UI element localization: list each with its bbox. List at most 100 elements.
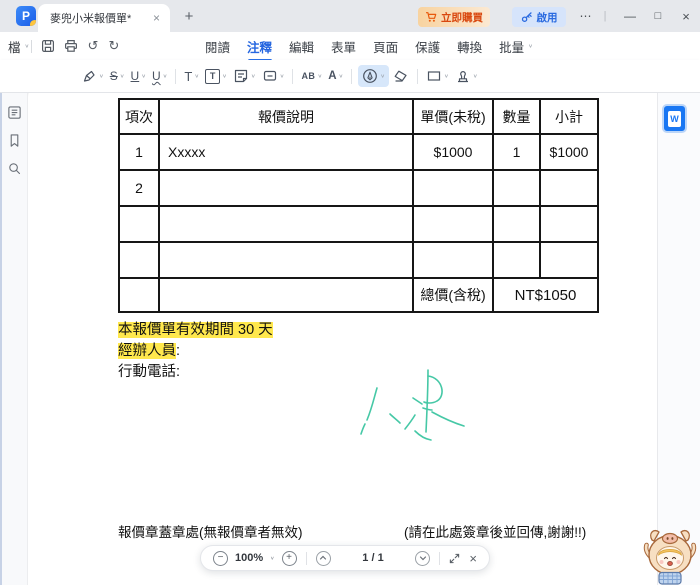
tab-annotate[interactable]: 注釋: [247, 37, 272, 56]
cell-subtotal: [539, 241, 599, 279]
maximize-button[interactable]: □: [646, 0, 670, 32]
bookmarks-panel-button[interactable]: [7, 133, 22, 148]
shape-rectangle-tool-button[interactable]: ∨: [424, 65, 451, 87]
tab-close-icon[interactable]: ×: [151, 11, 162, 25]
eraser-tool-button[interactable]: [391, 65, 411, 87]
cell-unit-price: [412, 205, 494, 243]
cell-unit-price: [412, 169, 494, 207]
tab-protect[interactable]: 保護: [415, 37, 440, 56]
underline-tool-button[interactable]: U ∨: [129, 66, 148, 86]
fullscreen-button[interactable]: [449, 553, 460, 564]
table-total-row: 總價(含稅) NT$1050: [118, 277, 599, 313]
replace-text-tool-button[interactable]: AB ∨: [299, 68, 324, 84]
sticky-note-tool-button[interactable]: ∨: [231, 65, 258, 87]
bookmark-icon: [10, 134, 19, 147]
tab-edit[interactable]: 編輯: [289, 37, 314, 56]
search-panel-button[interactable]: [7, 161, 22, 176]
cell-unit-price: [412, 241, 494, 279]
toolbar-divider: [351, 68, 353, 84]
header-quantity: 數量: [492, 98, 541, 135]
header-subtotal: 小計: [539, 98, 599, 135]
squiggly-underline-tool-button[interactable]: U ∨: [150, 66, 169, 86]
convert-to-word-button[interactable]: W: [662, 104, 687, 133]
thumbnails-panel-button[interactable]: [7, 105, 22, 120]
cell-unit-price: $1000: [412, 133, 494, 171]
total-value: NT$1050: [492, 277, 599, 313]
buy-now-button[interactable]: 立即購買: [418, 7, 490, 27]
print-button[interactable]: [61, 32, 81, 60]
sign-note: (請在此處簽章後並回傳,謝謝!!): [404, 525, 587, 540]
save-button[interactable]: [38, 32, 58, 60]
pencil-tool-button[interactable]: ∨: [358, 65, 390, 87]
chevron-down-icon: ∨: [222, 73, 227, 80]
chevron-down-icon: ∨: [194, 73, 200, 80]
document-tab[interactable]: 麥兜小米報價單* ×: [38, 4, 170, 32]
chevron-down-icon: [419, 556, 427, 561]
cart-icon: [426, 12, 437, 22]
page-indicator: 1 / 1: [362, 552, 384, 564]
squiggly-underline-icon: U: [151, 69, 161, 83]
cell-subtotal: [539, 205, 599, 243]
underline-icon: U: [130, 69, 140, 83]
close-button[interactable]: ×: [674, 0, 698, 32]
tab-read[interactable]: 閱讀: [205, 37, 230, 56]
handwritten-signature-annotation[interactable]: [353, 362, 478, 447]
chevron-down-icon: ∨: [528, 43, 533, 50]
zoom-level[interactable]: 100%: [235, 552, 263, 564]
chevron-down-icon: ∨: [444, 73, 449, 80]
highlight-tool-button[interactable]: ∨: [79, 65, 106, 87]
table-header-row: 項次 報價說明 單價(未稅) 數量 小計: [118, 98, 599, 135]
save-icon: [42, 40, 55, 53]
textbox-icon: T: [205, 68, 221, 84]
previous-page-button[interactable]: [315, 550, 331, 566]
undo-button[interactable]: ↺: [83, 32, 103, 60]
tab-page[interactable]: 頁面: [373, 37, 398, 56]
comment-tool-button[interactable]: ∨: [260, 65, 287, 87]
sticky-note-icon: [234, 69, 248, 83]
file-menu-button[interactable]: 檔 ∨: [8, 32, 29, 60]
table-row: 1 Xxxxx $1000 1 $1000: [118, 133, 599, 171]
highlighter-icon: [83, 70, 95, 82]
activate-button[interactable]: 啟用: [512, 7, 566, 27]
textbox-tool-button[interactable]: T ∨: [203, 66, 229, 87]
tab-convert[interactable]: 轉換: [457, 37, 482, 56]
agent-line: 經辦人員:: [118, 341, 180, 361]
cell-description: [158, 241, 414, 279]
new-tab-button[interactable]: +: [180, 7, 198, 25]
print-icon: [65, 40, 78, 52]
chevron-down-icon: ∨: [472, 73, 478, 80]
tab-form[interactable]: 表單: [331, 37, 356, 56]
cell-quantity: [492, 241, 541, 279]
stamp-tool-button[interactable]: ∨: [453, 65, 480, 87]
right-gutter: [657, 93, 700, 585]
zoom-in-button[interactable]: +: [281, 550, 297, 566]
app-logo-letter: P: [21, 9, 30, 23]
chevron-down-icon: ∨: [99, 73, 104, 80]
mascot-assistant-button[interactable]: [642, 525, 699, 585]
chevron-down-icon: ∨: [279, 73, 285, 80]
app-window: P 麥兜小米報價單* × + 立即購買 啟用 ⋯ | — □ × 檔 ∨ ↺ ↻…: [0, 0, 700, 585]
more-menu-button[interactable]: ⋯: [576, 0, 596, 32]
stamp-icon: [457, 71, 468, 83]
minimize-button[interactable]: —: [618, 0, 642, 32]
table-row: 2: [118, 169, 599, 207]
phone-line: 行動電話:: [118, 364, 181, 380]
zoom-out-button[interactable]: −: [213, 550, 228, 566]
typewriter-icon: T: [184, 68, 193, 84]
correction-tool-button[interactable]: A ∨: [326, 67, 345, 85]
close-viewbar-button[interactable]: ×: [469, 551, 477, 566]
chevron-up-icon: [319, 555, 327, 560]
strikethrough-tool-button[interactable]: S ∨: [108, 66, 127, 86]
header-description: 報價說明: [158, 98, 414, 135]
eraser-icon: [394, 70, 407, 82]
tab-batch[interactable]: 批量 ∨: [499, 37, 533, 56]
next-page-button[interactable]: [415, 550, 431, 566]
toolbar-divider: [292, 68, 294, 84]
menubar: 檔 ∨ ↺ ↻ 閱讀 注釋 編輯 表單 頁面 保護 轉換 批量 ∨: [0, 32, 700, 60]
cell-empty: [118, 277, 160, 313]
typewriter-tool-button[interactable]: T ∨: [182, 66, 201, 87]
activate-label: 啟用: [536, 11, 558, 24]
cell-empty: [158, 277, 414, 313]
replace-text-icon: AB: [301, 71, 316, 81]
redo-button[interactable]: ↻: [104, 32, 124, 60]
